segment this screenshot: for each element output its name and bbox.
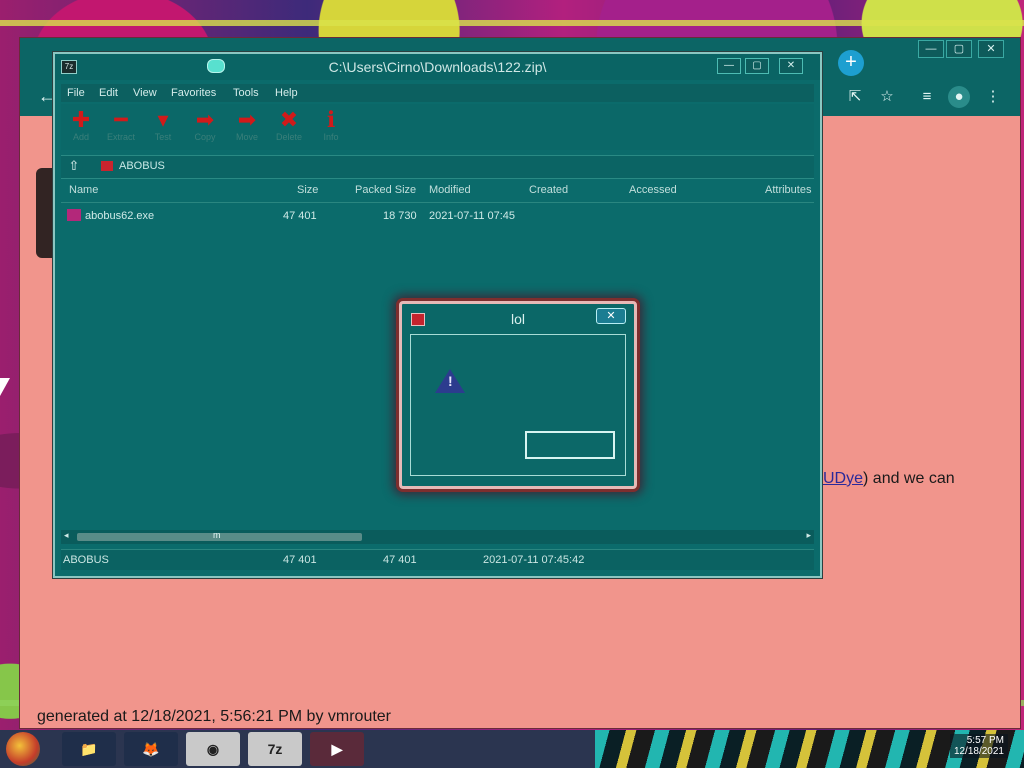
arrow-right-icon: ➡ <box>237 107 257 132</box>
move-button[interactable]: ➡ Move <box>229 108 265 148</box>
maximize-button[interactable]: ▢ <box>745 58 769 74</box>
taskbar-7zip[interactable]: 7z <box>248 732 302 766</box>
menu-bar: File Edit View Favorites Tools Help <box>61 84 814 102</box>
col-packed-size[interactable]: Packed Size <box>355 184 416 196</box>
info-label: Info <box>323 132 339 142</box>
header-divider <box>61 202 814 203</box>
address-text: ABOBUS <box>119 160 165 172</box>
tray-clock[interactable]: 5:57 PM 12/18/2021 <box>949 734 1008 758</box>
taskbar-explorer[interactable]: 📁 <box>62 732 116 766</box>
7zip-titlebar[interactable]: 7z C:\Users\Cirno\Downloads\122.zip\ — ▢… <box>55 54 820 80</box>
delete-button[interactable]: ✖ Delete <box>271 108 307 148</box>
address-bar[interactable]: ⇧ ABOBUS <box>61 155 814 179</box>
dialog-body: ! <box>410 334 626 476</box>
toolbar: ✚ Add ━ Extract ▾ Test ➡ Copy ➡ Move ✖ D… <box>61 104 814 150</box>
status-bar: ABOBUS 47 401 47 401 2021-07-11 07:45:42 <box>61 549 814 570</box>
col-modified[interactable]: Modified <box>429 184 471 196</box>
start-button[interactable] <box>6 732 40 766</box>
col-accessed[interactable]: Accessed <box>629 184 677 196</box>
taskbar-firefox[interactable]: 🦊 <box>124 732 178 766</box>
col-size[interactable]: Size <box>297 184 318 196</box>
archive-icon <box>101 161 113 171</box>
mouse-cursor-icon <box>0 378 10 396</box>
menu-help[interactable]: Help <box>275 87 298 99</box>
status-modified: 2021-07-11 07:45:42 <box>483 554 585 566</box>
menu-icon[interactable]: ⋮ <box>982 86 1004 108</box>
system-tray: 5:57 PM 12/18/2021 <box>595 730 1024 768</box>
menu-edit[interactable]: Edit <box>99 87 118 99</box>
playlist-icon[interactable]: ≡ <box>916 86 938 108</box>
delete-label: Delete <box>275 132 302 142</box>
col-attributes[interactable]: Attributes <box>765 184 811 196</box>
move-label: Move <box>235 132 258 142</box>
wallpaper-stripe <box>0 20 1024 26</box>
scroll-left-icon[interactable]: ◂ <box>64 530 69 541</box>
clock-date: 12/18/2021 <box>953 746 1004 757</box>
ok-button[interactable] <box>525 431 615 459</box>
check-icon: ▾ <box>157 107 169 132</box>
profile-icon[interactable]: ● <box>948 86 970 108</box>
extract-button[interactable]: ━ Extract <box>103 108 139 148</box>
test-button[interactable]: ▾ Test <box>145 108 181 148</box>
up-folder-icon[interactable]: ⇧ <box>65 158 83 174</box>
file-modified: 2021-07-11 07:45 <box>429 210 516 222</box>
col-name[interactable]: Name <box>69 184 98 196</box>
scroll-grip: m <box>213 530 221 540</box>
extract-label: Extract <box>106 132 135 142</box>
page-link[interactable]: xUDye <box>815 470 863 487</box>
clock-time: 5:57 PM <box>966 735 1004 746</box>
dialog-close-button[interactable]: ✕ <box>596 308 626 324</box>
file-size: 47 401 <box>283 210 317 222</box>
add-button[interactable]: ✚ Add <box>63 108 99 148</box>
file-name[interactable]: abobus62.exe <box>85 210 154 222</box>
menu-view[interactable]: View <box>133 87 157 99</box>
scroll-right-icon[interactable]: ▸ <box>806 530 811 541</box>
new-tab-button[interactable]: + <box>838 50 864 76</box>
close-button[interactable]: ✕ <box>779 58 803 74</box>
menu-favorites[interactable]: Favorites <box>171 87 216 99</box>
info-icon: ℹ <box>326 107 336 132</box>
info-button[interactable]: ℹ Info <box>313 108 349 148</box>
copy-label: Copy <box>194 132 216 142</box>
status-packed: 47 401 <box>383 554 417 566</box>
message-dialog: lol ✕ ! <box>399 301 637 489</box>
warning-mark-icon: ! <box>448 373 453 389</box>
status-path: ABOBUS <box>63 554 109 566</box>
window-title: C:\Users\Cirno\Downloads\122.zip\ <box>328 59 547 75</box>
arrow-right-icon: ➡ <box>195 107 215 132</box>
close-button[interactable]: ✕ <box>978 40 1004 58</box>
status-size: 47 401 <box>283 554 317 566</box>
menu-file[interactable]: File <box>67 87 85 99</box>
minimize-button[interactable]: — <box>717 58 741 74</box>
exe-file-icon <box>67 209 81 221</box>
add-label: Add <box>72 132 89 142</box>
page-text-tail: ) and we can <box>863 470 955 487</box>
horizontal-scrollbar[interactable]: ◂ m ▸ <box>61 530 814 544</box>
star-icon[interactable]: ☆ <box>876 86 898 108</box>
minus-icon: ━ <box>114 107 128 132</box>
file-packed-size: 18 730 <box>383 210 417 222</box>
taskbar-app[interactable]: ▶ <box>310 732 364 766</box>
minimize-button[interactable]: — <box>918 40 944 58</box>
menu-tools[interactable]: Tools <box>233 87 259 99</box>
plus-icon: ✚ <box>71 107 91 132</box>
x-icon: ✖ <box>279 107 299 132</box>
col-created[interactable]: Created <box>529 184 568 196</box>
generated-footer: generated at 12/18/2021, 5:56:21 PM by v… <box>37 708 392 725</box>
taskbar: 📁 🦊 ◉ 7z ▶ 5:57 PM 12/18/2021 <box>0 730 1024 768</box>
share-icon[interactable]: ⇱ <box>844 86 866 108</box>
maximize-button[interactable]: ▢ <box>946 40 972 58</box>
taskbar-browser[interactable]: ◉ <box>186 732 240 766</box>
copy-button[interactable]: ➡ Copy <box>187 108 223 148</box>
test-label: Test <box>154 132 172 142</box>
page-paragraph: xUDye) and we can <box>815 470 955 488</box>
